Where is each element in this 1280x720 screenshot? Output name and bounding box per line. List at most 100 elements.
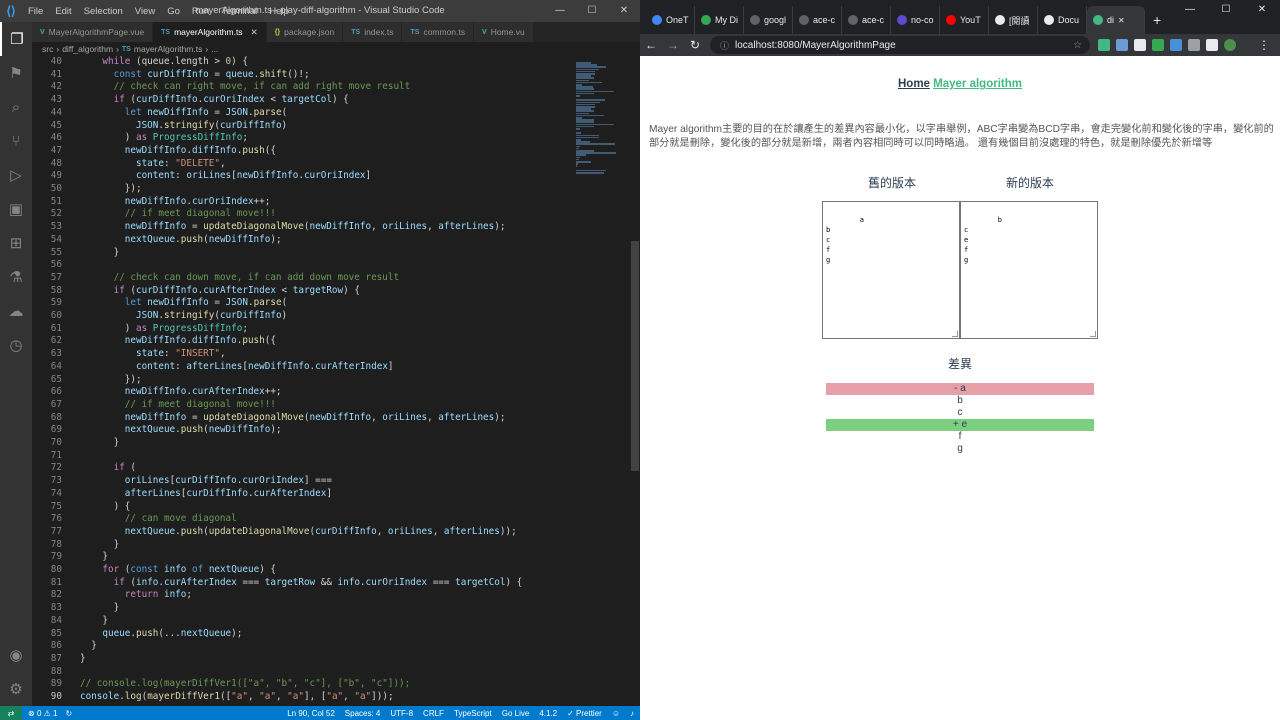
code-line[interactable]: 60 JSON.stringify(curDiffInfo) [32, 310, 572, 323]
code-line[interactable]: 50 }); [32, 183, 572, 196]
code-line[interactable]: 74 afterLines[curDiffInfo.curAfterIndex] [32, 488, 572, 501]
code-line[interactable]: 40 while (queue.length > 0) { [32, 56, 572, 69]
old-version-textarea[interactable]: a b c f g [822, 201, 960, 339]
close-tab-icon[interactable]: ✕ [251, 27, 258, 38]
notifications-bell-icon[interactable]: ♪ [630, 709, 634, 718]
minimap[interactable] [572, 56, 630, 176]
nav-link-home[interactable]: Home [898, 78, 930, 90]
menu-run[interactable]: Run [192, 6, 209, 17]
feedback-icon[interactable]: ☺ [612, 709, 620, 718]
code-line[interactable]: 70 } [32, 437, 572, 450]
breadcrumb-symbol[interactable]: ... [211, 44, 218, 54]
menu-file[interactable]: File [28, 6, 43, 17]
resize-handle-icon[interactable] [952, 331, 958, 337]
bookmark-star-icon[interactable]: ☆ [1073, 40, 1082, 51]
editor-tab[interactable]: V MayerAlgorithmPage.vue [32, 22, 154, 42]
code-line[interactable]: 53 newDiffInfo = updateDiagonalMove(newD… [32, 221, 572, 234]
browser-tab[interactable]: ace-c [842, 6, 891, 34]
new-version-textarea[interactable]: b c e f g [960, 201, 1098, 339]
breadcrumb-folder[interactable]: diff_algorithm [62, 44, 113, 54]
code-line[interactable]: 81 if (info.curAfterIndex === targetRow … [32, 577, 572, 590]
end-of-line[interactable]: CRLF [423, 709, 444, 718]
minimize-icon[interactable]: — [544, 0, 576, 22]
menu-selection[interactable]: Selection [84, 6, 123, 17]
editor-scrollbar[interactable] [630, 56, 640, 706]
code-line[interactable]: 54 nextQueue.push(newDiffInfo); [32, 234, 572, 247]
reload-icon[interactable]: ↻ [684, 38, 706, 52]
browser-tab[interactable]: [閱讀 [989, 6, 1038, 34]
back-arrow-icon[interactable]: ← [640, 38, 662, 52]
indentation[interactable]: Spaces: 4 [345, 709, 381, 718]
editor-tab[interactable]: V Home.vu [474, 22, 534, 42]
editor-scrollbar-thumb[interactable] [631, 241, 639, 471]
menu-edit[interactable]: Edit [55, 6, 71, 17]
docker-icon[interactable]: ☁ [0, 294, 32, 328]
new-tab-button[interactable]: + [1145, 6, 1169, 34]
code-line[interactable]: 87} [32, 653, 572, 666]
editor-tab[interactable]: TS common.ts [402, 22, 475, 42]
resize-handle-icon[interactable] [1090, 331, 1096, 337]
code-line[interactable]: 42 // check can right move, if can add r… [32, 81, 572, 94]
browser-tab[interactable]: YouT [940, 6, 989, 34]
code-line[interactable]: 55 } [32, 247, 572, 260]
breadcrumb-src[interactable]: src [42, 44, 53, 54]
testing-icon[interactable]: ⚗ [0, 260, 32, 294]
address-url[interactable]: localhost:8080/MayerAlgorithmPage [735, 40, 896, 51]
go-live-button[interactable]: Go Live [502, 709, 530, 718]
minimize-icon[interactable]: — [1172, 0, 1208, 20]
vue-devtools-icon[interactable] [1098, 39, 1110, 51]
close-icon[interactable]: ✕ [608, 0, 640, 22]
puzzle-extensions-icon[interactable] [1206, 39, 1218, 51]
menu-terminal[interactable]: Terminal [221, 6, 257, 17]
code-line[interactable]: 90 console.log(mayerDiffVer1(["a", "a", "… [32, 691, 572, 704]
code-line[interactable]: 73 oriLines[curDiffInfo.curOriIndex] === [32, 475, 572, 488]
remote-explorer-icon[interactable]: ▣ [0, 192, 32, 226]
code-line[interactable]: 65 }); [32, 374, 572, 387]
language-mode[interactable]: TypeScript [454, 709, 492, 718]
forward-arrow-icon[interactable]: → [662, 38, 684, 52]
cursor-position[interactable]: Ln 90, Col 52 [287, 709, 335, 718]
site-info-icon[interactable]: ⓘ [720, 39, 729, 52]
bookmark-icon[interactable]: ⚑ [0, 56, 32, 90]
timeline-icon[interactable]: ◷ [0, 328, 32, 362]
editor-tab[interactable]: TS mayerAlgorithm.ts ✕ [153, 22, 267, 42]
extensions-icon[interactable]: ⊞ [0, 226, 32, 260]
run-debug-icon[interactable]: ▷ [0, 158, 32, 192]
extension-icon[interactable] [1188, 39, 1200, 51]
code-line[interactable]: 48 state: "DELETE", [32, 158, 572, 171]
browser-tab[interactable]: googl [744, 6, 793, 34]
code-line[interactable]: 84 } [32, 615, 572, 628]
code-line[interactable]: 52 // if meet diagonal move!!! [32, 208, 572, 221]
code-line[interactable]: 89 // console.log(mayerDiffVer1(["a", "b"… [32, 678, 572, 691]
code-line[interactable]: 51 newDiffInfo.curOriIndex++; [32, 196, 572, 209]
code-line[interactable]: 44 let newDiffInfo = JSON.parse( [32, 107, 572, 120]
nav-link-mayer-algorithm[interactable]: Mayer algorithm [933, 78, 1022, 90]
code-line[interactable]: 68 newDiffInfo = updateDiagonalMove(newD… [32, 412, 572, 425]
code-line[interactable]: 66 newDiffInfo.curAfterIndex++; [32, 386, 572, 399]
menu-view[interactable]: View [135, 6, 155, 17]
code-line[interactable]: 56 [32, 259, 572, 272]
live-share-icon[interactable]: ↻ [65, 709, 72, 718]
screenshot-extension-icon[interactable] [1134, 39, 1146, 51]
editor-tab[interactable]: TS index.ts [343, 22, 403, 42]
code-line[interactable]: 76 // can move diagonal [32, 513, 572, 526]
source-control-icon[interactable]: ⑂ [0, 124, 32, 158]
code-line[interactable]: 59 let newDiffInfo = JSON.parse( [32, 297, 572, 310]
shield-extension-icon[interactable] [1152, 39, 1164, 51]
editor-tab[interactable]: {} package.json [266, 22, 344, 42]
address-bar[interactable]: ⓘ localhost:8080/MayerAlgorithmPage ☆ [710, 36, 1090, 54]
breadcrumb-file[interactable]: mayerAlgorithm.ts [134, 44, 203, 54]
remote-indicator-icon[interactable]: ⇄ [0, 706, 22, 720]
code-line[interactable]: 86 } [32, 640, 572, 653]
code-line[interactable]: 47 newDiffInfo.diffInfo.push({ [32, 145, 572, 158]
code-line[interactable]: 85 queue.push(...nextQueue); [32, 628, 572, 641]
problems-indicator[interactable]: ⊗ 0 ⚠ 1 [28, 709, 57, 718]
code-line[interactable]: 62 newDiffInfo.diffInfo.push({ [32, 335, 572, 348]
code-line[interactable]: 67 // if meet diagonal move!!! [32, 399, 572, 412]
account-icon[interactable]: ◉ [0, 638, 32, 672]
menu-go[interactable]: Go [167, 6, 180, 17]
close-icon[interactable]: ✕ [1244, 0, 1280, 20]
code-line[interactable]: 61 ) as ProgressDiffInfo; [32, 323, 572, 336]
browser-tab[interactable]: ace-c [793, 6, 842, 34]
code-line[interactable]: 83 } [32, 602, 572, 615]
